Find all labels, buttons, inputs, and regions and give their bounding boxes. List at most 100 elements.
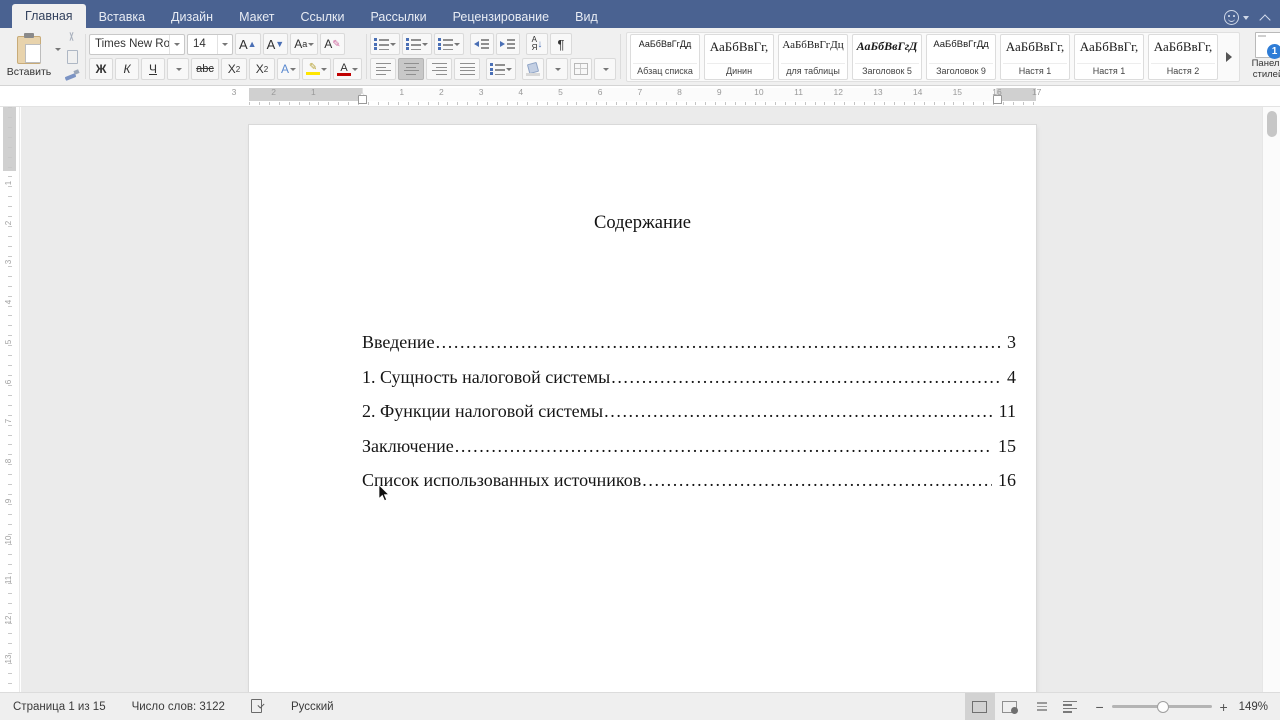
- tab-vstavka[interactable]: Вставка: [86, 6, 158, 28]
- line-spacing-icon[interactable]: [486, 58, 517, 80]
- print-layout-icon[interactable]: [964, 692, 995, 720]
- style-item[interactable]: АаБбВвГгД Заголовок 5: [852, 33, 923, 80]
- chevron-up-icon[interactable]: [1261, 13, 1270, 22]
- smiley-icon[interactable]: [1224, 10, 1239, 25]
- document-page[interactable]: Содержание Введение ....................…: [249, 125, 1036, 692]
- toc-entry[interactable]: 1. Сущность налоговой системы ..........…: [362, 367, 1016, 388]
- ruler-tick-label: 7: [4, 418, 13, 424]
- style-item[interactable]: АаБбВвГг, Настя 1: [1000, 33, 1071, 80]
- word-count[interactable]: Число слов: 3122: [119, 701, 238, 713]
- chevron-down-icon[interactable]: [1243, 15, 1249, 20]
- tab-vid[interactable]: Вид: [562, 6, 611, 28]
- style-item[interactable]: АаБбВвГгДц для таблицы: [778, 33, 849, 80]
- decrease-indent-icon[interactable]: [470, 33, 495, 55]
- web-layout-icon[interactable]: [1025, 693, 1055, 720]
- document-canvas[interactable]: Содержание Введение ....................…: [21, 107, 1262, 692]
- style-item[interactable]: АаБбВвГг, Настя 2: [1148, 33, 1219, 80]
- increase-indent-icon[interactable]: [496, 33, 521, 55]
- zoom-slider[interactable]: [1111, 700, 1212, 713]
- italic-button[interactable]: К: [115, 58, 139, 80]
- bold-button[interactable]: Ж: [89, 58, 113, 80]
- ruler-tick: [775, 102, 776, 105]
- ruler-tick-label: 1: [4, 180, 13, 186]
- numbered-list-icon[interactable]: [402, 33, 433, 55]
- ruler-tick: [8, 663, 12, 664]
- style-item[interactable]: АаБбВвГгДд Заголовок 9: [926, 33, 997, 80]
- shading-dropdown-icon[interactable]: [546, 58, 569, 80]
- align-center-icon[interactable]: [398, 58, 425, 80]
- grow-font-icon[interactable]: A ▲: [235, 33, 261, 55]
- text-effects-icon[interactable]: A: [277, 58, 301, 80]
- zoom-level-label[interactable]: 149%: [1239, 701, 1280, 713]
- ruler-tick: [626, 102, 627, 105]
- bullet-list-icon[interactable]: [370, 33, 401, 55]
- tab-label: Рассылки: [370, 10, 427, 24]
- style-item[interactable]: АаБбВвГг, Динин: [704, 33, 775, 80]
- sort-icon[interactable]: A Я ↓: [526, 33, 549, 55]
- zoom-slider-handle[interactable]: [1156, 700, 1169, 713]
- change-case-icon[interactable]: Aa: [290, 33, 319, 55]
- outline-view-icon[interactable]: [1055, 693, 1085, 720]
- ruler-tick: [8, 484, 12, 485]
- vertical-scrollbar[interactable]: [1262, 107, 1280, 692]
- styles-panel-label-line1: Панель: [1251, 58, 1280, 70]
- font-family-combo[interactable]: Times New Ro...: [89, 33, 185, 55]
- format-painter-icon[interactable]: [63, 67, 81, 82]
- scrollbar-thumb[interactable]: [1267, 111, 1277, 137]
- superscript-button[interactable]: X2: [249, 58, 275, 80]
- font-size-combo[interactable]: 14: [187, 33, 233, 55]
- zoom-in-button[interactable]: +: [1219, 699, 1229, 715]
- scissors-icon[interactable]: [63, 31, 81, 46]
- tab-dizayn[interactable]: Дизайн: [158, 6, 226, 28]
- gallery-more-icon[interactable]: [1222, 34, 1236, 80]
- zoom-out-button[interactable]: −: [1095, 699, 1105, 715]
- paragraph-marks-icon[interactable]: ¶: [550, 33, 573, 55]
- toc-entry[interactable]: Введение ...............................…: [362, 332, 1016, 353]
- underline-dropdown-icon[interactable]: [167, 58, 189, 80]
- ruler-tick: [8, 623, 12, 624]
- paste-button[interactable]: Вставить: [4, 32, 54, 78]
- copy-icon[interactable]: [63, 49, 81, 64]
- horizontal-ruler[interactable]: 3 2 1 1 2 3 4 5 6 7 8 9 10 11 12 13 14 15 16 17: [0, 87, 1280, 107]
- tab-maket[interactable]: Макет: [226, 6, 287, 28]
- spell-check-icon[interactable]: [238, 699, 278, 714]
- toc-entry[interactable]: Список использованных источников........…: [362, 470, 1016, 491]
- align-left-icon[interactable]: [370, 58, 397, 80]
- styles-panel-button[interactable]: Панель стилей: [1240, 32, 1280, 81]
- chevron-down-icon[interactable]: [169, 34, 182, 54]
- left-indent-marker[interactable]: [357, 95, 367, 104]
- read-mode-icon[interactable]: [995, 693, 1025, 720]
- align-justify-icon[interactable]: [454, 58, 481, 80]
- underline-button[interactable]: Ч: [141, 58, 165, 80]
- vertical-ruler[interactable]: 1 2 3 4 5 6 7 8 9 10 11 12 13: [0, 107, 20, 692]
- style-item[interactable]: АаБбВвГгДд Абзац списка: [630, 33, 701, 80]
- toc-dot-leader: ........................................…: [435, 332, 1001, 352]
- highlight-color-icon[interactable]: ✎: [302, 58, 332, 80]
- shading-icon[interactable]: [522, 58, 545, 80]
- tab-glavnaya[interactable]: Главная: [12, 4, 86, 28]
- ruler-tick: [8, 683, 12, 684]
- ruler-tick: [8, 186, 12, 187]
- align-right-icon[interactable]: [426, 58, 453, 80]
- toc-entry[interactable]: 2. Функции налоговой системы............…: [362, 401, 1016, 422]
- page-indicator[interactable]: Страница 1 из 15: [0, 701, 119, 713]
- tab-rassylki[interactable]: Рассылки: [357, 6, 439, 28]
- subscript-button[interactable]: X2: [221, 58, 247, 80]
- ruler-tick-label: 3: [231, 87, 237, 97]
- language-indicator[interactable]: Русский: [278, 701, 347, 713]
- borders-dropdown-icon[interactable]: [594, 58, 617, 80]
- style-item[interactable]: АаБбВвГг, Настя 1: [1074, 33, 1145, 80]
- multilevel-list-icon[interactable]: [434, 33, 465, 55]
- toc-entry[interactable]: Заключение..............................…: [362, 436, 1016, 457]
- tab-ssylki[interactable]: Ссылки: [287, 6, 357, 28]
- shrink-font-icon[interactable]: A ▼: [262, 33, 289, 55]
- font-color-icon[interactable]: A: [333, 58, 363, 80]
- strikethrough-button[interactable]: abc: [191, 58, 219, 80]
- ruler-tick: [695, 102, 696, 105]
- chevron-down-icon[interactable]: [217, 34, 230, 54]
- borders-icon[interactable]: [570, 58, 593, 80]
- ruler-tick: [438, 102, 439, 105]
- clear-formatting-icon[interactable]: A ✎: [320, 33, 345, 55]
- tab-recenzirovanie[interactable]: Рецензирование: [440, 6, 563, 28]
- right-indent-marker[interactable]: [992, 95, 1002, 104]
